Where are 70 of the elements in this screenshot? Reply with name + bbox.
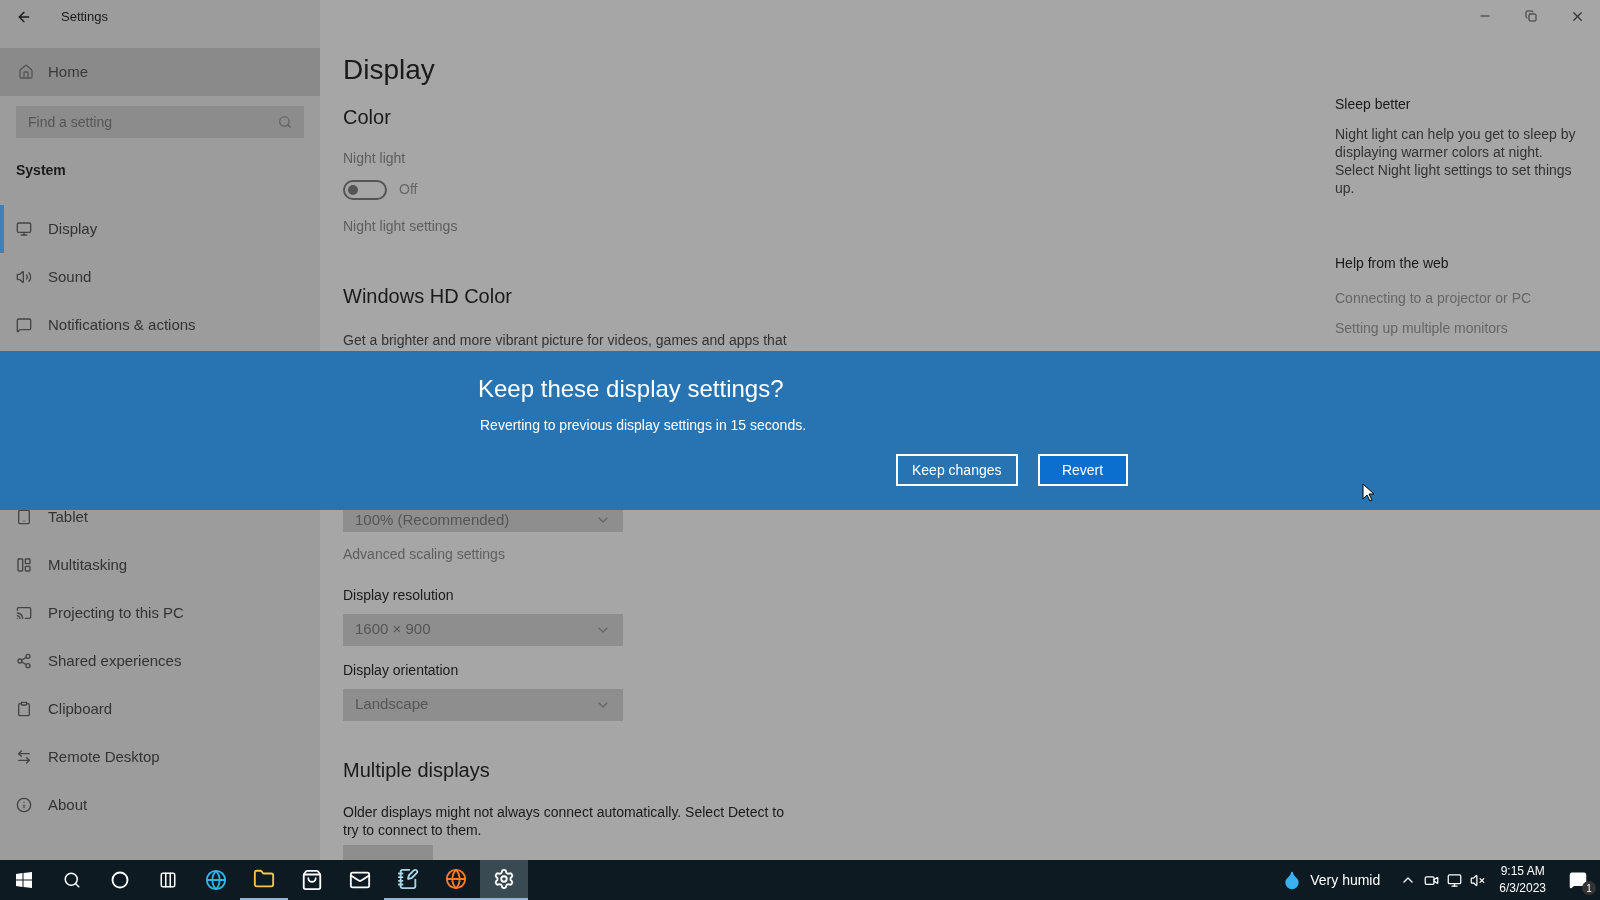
setting-label: Display orientation bbox=[343, 660, 459, 680]
dialog-title: Keep these display settings? bbox=[478, 374, 784, 404]
section-heading: Multiple displays bbox=[343, 757, 490, 783]
nav-item[interactable]: About bbox=[0, 781, 320, 829]
search-icon bbox=[63, 871, 81, 889]
help-link[interactable]: Connecting to a projector or PC bbox=[1335, 288, 1532, 309]
info-icon bbox=[16, 797, 32, 813]
cursor-icon bbox=[1362, 483, 1374, 502]
settings-icon bbox=[493, 868, 515, 890]
circle-icon bbox=[111, 871, 129, 889]
description: Older displays might not always connect automatically. Select Detect to try to connect to them. bbox=[343, 802, 785, 839]
bag-icon bbox=[301, 869, 323, 891]
notification-icon bbox=[1569, 871, 1587, 889]
weather-text: Very humid bbox=[1310, 870, 1381, 890]
nav-item[interactable]: Sound bbox=[0, 253, 320, 301]
nav-item[interactable]: Multitasking bbox=[0, 541, 320, 589]
toggle-state: Off bbox=[399, 180, 418, 199]
notification-button[interactable]: 1 bbox=[1556, 860, 1600, 900]
home-item[interactable]: Home bbox=[0, 48, 320, 96]
section-heading: Windows HD Color bbox=[343, 284, 512, 309]
dialog-message: Reverting to previous display settings in 15 seconds. bbox=[480, 416, 807, 435]
nav-item[interactable]: Tablet bbox=[0, 493, 320, 541]
home-icon bbox=[18, 64, 34, 80]
folder-icon bbox=[253, 868, 275, 890]
description: Get a brighter and more vibrant picture for videos, games and apps that bbox=[343, 331, 787, 349]
nav-item[interactable]: Clipboard bbox=[0, 685, 320, 733]
speaker-icon bbox=[16, 269, 32, 285]
tablet-icon bbox=[16, 509, 32, 525]
aside-heading: Sleep better bbox=[1335, 95, 1411, 114]
setting-label: Night light bbox=[343, 149, 406, 168]
task-view-icon bbox=[159, 871, 177, 889]
taskbar-app[interactable] bbox=[480, 860, 528, 900]
globe-icon bbox=[205, 869, 227, 891]
page-title: Display bbox=[343, 53, 435, 87]
nav-item[interactable]: Shared experiences bbox=[0, 637, 320, 685]
mail-icon bbox=[349, 869, 371, 891]
arrows-icon bbox=[16, 749, 32, 765]
section-heading: Color bbox=[343, 105, 391, 130]
nav-item[interactable]: Notifications & actions bbox=[0, 301, 320, 349]
cast-icon bbox=[16, 605, 32, 621]
search-icon bbox=[278, 115, 292, 129]
aside-text: Night light can help you get to sleep by displaying warmer colors at night. Select Night light settings to set things up. bbox=[1335, 125, 1577, 197]
nav-item[interactable]: Projecting to this PC bbox=[0, 589, 320, 637]
section-heading: System bbox=[16, 161, 66, 180]
clock-time[interactable]: 9:15 AM bbox=[1500, 863, 1545, 880]
message-icon bbox=[16, 317, 32, 333]
aside-heading: Help from the web bbox=[1335, 254, 1449, 273]
globe-icon bbox=[445, 868, 467, 890]
toggle-switch[interactable] bbox=[343, 179, 387, 200]
settings-link[interactable]: Night light settings bbox=[343, 216, 458, 237]
windows-logo-icon bbox=[16, 872, 32, 888]
notepad-icon bbox=[397, 868, 419, 890]
layout-icon bbox=[16, 557, 32, 573]
window-title: Settings bbox=[61, 8, 108, 27]
notification-badge: 1 bbox=[1582, 881, 1596, 895]
nav-item[interactable]: Display bbox=[0, 205, 320, 253]
restore-icon bbox=[1525, 10, 1537, 22]
dialog-button[interactable]: Revert bbox=[1037, 454, 1128, 486]
clock-date[interactable]: 6/3/2023 bbox=[1499, 880, 1546, 897]
help-link[interactable]: Setting up multiple monitors bbox=[1335, 318, 1508, 339]
monitor-icon bbox=[16, 221, 32, 237]
dialog-button[interactable]: Keep changes bbox=[896, 454, 1018, 486]
setting-label: Display resolution bbox=[343, 585, 454, 605]
network-icon[interactable] bbox=[1447, 872, 1463, 888]
nav-item[interactable]: Remote Desktop bbox=[0, 733, 320, 781]
back-arrow-icon bbox=[16, 9, 32, 25]
share-icon bbox=[16, 653, 32, 669]
clipboard-icon bbox=[16, 701, 32, 717]
settings-link[interactable]: Advanced scaling settings bbox=[343, 543, 505, 565]
muted-speaker-icon[interactable] bbox=[1470, 872, 1486, 888]
